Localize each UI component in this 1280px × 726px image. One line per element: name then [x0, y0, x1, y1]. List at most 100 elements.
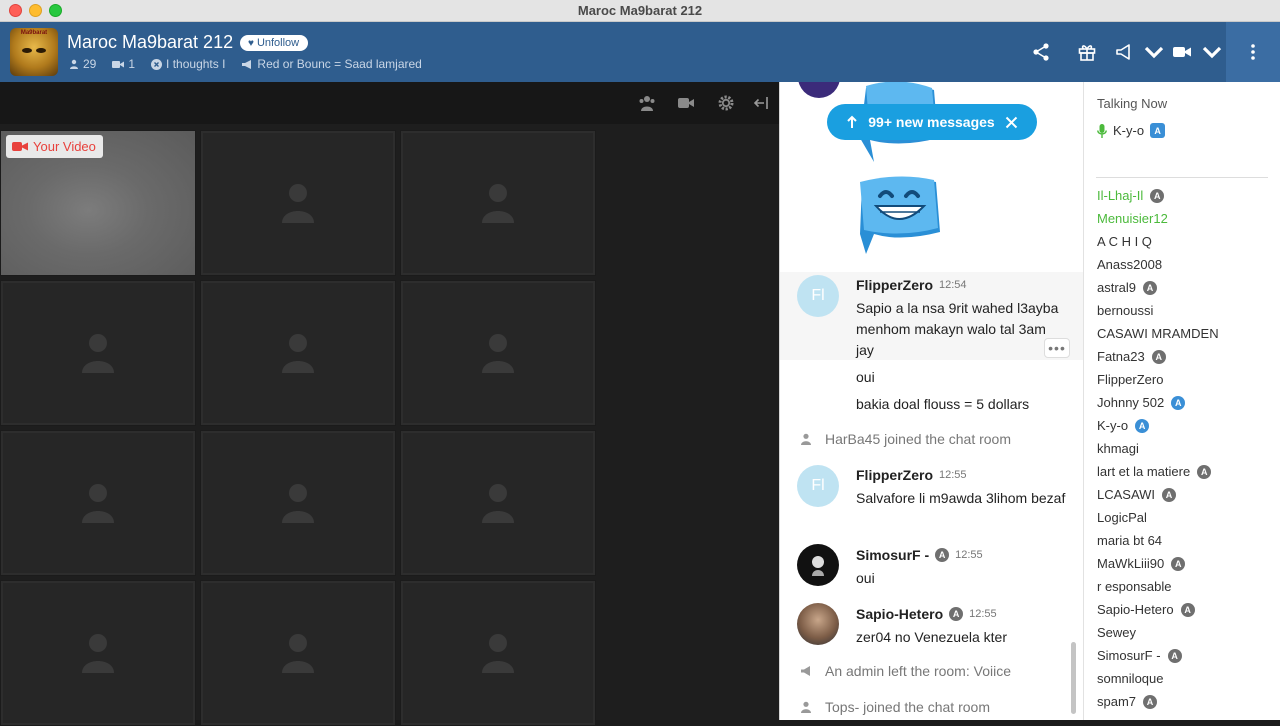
system-message-text: An admin left the room: Voiice	[825, 663, 1011, 679]
user-list-item[interactable]: LogicPal	[1097, 506, 1219, 529]
message-time: 12:55	[939, 469, 967, 481]
user-name: Menuisier12	[1097, 211, 1168, 226]
collapse-video-button[interactable]	[746, 90, 776, 116]
user-name: LogicPal	[1097, 510, 1147, 525]
room-title: Maroc Ma9barat 212	[67, 32, 234, 52]
talker-name: K-y-o	[1113, 123, 1145, 138]
user-list-item[interactable]: SimosurF - A	[1097, 644, 1219, 667]
chevron-down-icon	[1144, 46, 1164, 59]
user-list-item[interactable]: FlipperZero	[1097, 368, 1219, 391]
empty-video-slot[interactable]	[200, 580, 396, 726]
user-list-item[interactable]: K-y-o A	[1097, 414, 1219, 437]
avatar[interactable]: Fl	[797, 465, 839, 507]
admin-badge: A	[1167, 648, 1182, 663]
user-list-item[interactable]: bernoussi	[1097, 299, 1219, 322]
user-list-item[interactable]: spam7 A	[1097, 690, 1219, 713]
empty-video-slot[interactable]	[0, 580, 196, 726]
user-list-item[interactable]: somniloque	[1097, 667, 1219, 690]
message-text: bakia doal flouss = 5 dollars	[856, 396, 1030, 412]
message-author[interactable]: Sapio-Hetero A 12:55	[856, 606, 997, 622]
user-list-item[interactable]: A C H I Q	[1097, 230, 1219, 253]
user-list-item[interactable]: Johnny 502 A	[1097, 391, 1219, 414]
message-author[interactable]: SimosurF - A 12:55	[856, 547, 983, 563]
empty-video-slot[interactable]	[200, 130, 396, 276]
avatar[interactable]: Fl	[797, 275, 839, 317]
your-video-label: Your Video	[33, 139, 96, 154]
user-list-item[interactable]: khmagi	[1097, 437, 1219, 460]
user-list-item[interactable]: Anass2008	[1097, 253, 1219, 276]
share-button[interactable]	[1018, 22, 1064, 82]
more-vertical-icon	[1251, 44, 1255, 60]
empty-video-slot[interactable]	[400, 280, 596, 426]
viewers-button[interactable]	[632, 90, 662, 116]
room-header: Ma9barat Maroc Ma9barat 212 ♥ Unfollow 29…	[0, 22, 1280, 82]
gift-button[interactable]	[1064, 22, 1110, 82]
viewers-icon	[639, 96, 655, 111]
video-toolbar	[0, 82, 779, 124]
system-message: Tops- joined the chat room	[800, 699, 990, 715]
user-name: khmagi	[1097, 441, 1139, 456]
broadcast-audio-button[interactable]	[1110, 22, 1168, 82]
user-name: somniloque	[1097, 671, 1164, 686]
talking-user[interactable]: K-y-o A	[1097, 123, 1166, 138]
user-name: K-y-o	[1097, 418, 1129, 433]
empty-video-slot[interactable]	[200, 430, 396, 576]
window-title: Maroc Ma9barat 212	[577, 3, 703, 18]
user-list-item[interactable]: r esponsable	[1097, 575, 1219, 598]
admin-badge: A	[1150, 188, 1165, 203]
empty-video-slot[interactable]	[400, 430, 596, 576]
empty-video-slot[interactable]	[0, 280, 196, 426]
chevron-down-icon	[1202, 46, 1222, 59]
video-settings-button[interactable]	[711, 90, 741, 116]
new-messages-label: 99+ new messages	[868, 114, 995, 130]
message-author[interactable]: FlipperZero 12:54	[856, 277, 967, 293]
message-text: oui	[856, 570, 875, 586]
user-icon	[801, 701, 811, 713]
user-list-item[interactable]: Sapio-Hetero A	[1097, 598, 1219, 621]
unfollow-button[interactable]: ♥ Unfollow	[240, 35, 309, 51]
megaphone-icon	[1116, 44, 1130, 60]
admin-badge: A	[1171, 556, 1186, 571]
user-placeholder-icon	[482, 484, 514, 523]
user-list-item[interactable]: astral9 A	[1097, 276, 1219, 299]
avatar-image	[812, 556, 824, 576]
admin-badge: A	[1143, 280, 1158, 295]
user-list-item[interactable]: LCASAWI A	[1097, 483, 1219, 506]
avatar[interactable]	[797, 603, 839, 645]
megaphone-icon	[242, 59, 252, 69]
user-list-item[interactable]: Il-Lhaj-Il A	[1097, 184, 1219, 207]
user-list-item[interactable]: CASAWI MRAMDEN	[1097, 322, 1219, 345]
user-list-item[interactable]: maria bt 64	[1097, 529, 1219, 552]
user-name: A C H I Q	[1097, 234, 1152, 249]
user-placeholder-icon	[82, 484, 114, 523]
camera-toggle-button[interactable]	[671, 90, 701, 116]
message-author[interactable]: FlipperZero 12:55	[856, 467, 967, 483]
user-placeholder-icon	[482, 334, 514, 373]
user-placeholder-icon	[482, 184, 514, 223]
unfollow-label: Unfollow	[256, 37, 300, 49]
message-options-button[interactable]: •••	[1044, 338, 1070, 358]
empty-video-slot[interactable]	[400, 130, 596, 276]
close-icon[interactable]	[1005, 116, 1018, 129]
empty-video-slot[interactable]	[200, 280, 396, 426]
chat-scrollbar[interactable]	[1071, 642, 1076, 714]
more-options-button[interactable]	[1226, 22, 1280, 82]
user-list-item[interactable]: Menuisier12	[1097, 207, 1219, 230]
empty-video-slot[interactable]	[400, 580, 596, 726]
user-list-item[interactable]: Sewey	[1097, 621, 1219, 644]
avatar-initials: Fl	[811, 477, 825, 494]
user-name: r esponsable	[1097, 579, 1172, 594]
empty-video-slot[interactable]	[0, 430, 196, 576]
message-time: 12:55	[955, 549, 983, 561]
admin-badge: A	[1197, 464, 1212, 479]
user-list-item[interactable]: Fatna23 A	[1097, 345, 1219, 368]
broadcast-video-button[interactable]	[1168, 22, 1226, 82]
user-list-item[interactable]: MaWkLiii90 A	[1097, 552, 1219, 575]
your-video-tile[interactable]: Your Video	[0, 130, 196, 276]
gift-icon	[1078, 45, 1096, 61]
user-list-item[interactable]: lart et la matiere A	[1097, 460, 1219, 483]
message-time: 12:55	[969, 608, 997, 620]
avatar[interactable]	[797, 544, 839, 586]
system-message-text: Tops- joined the chat room	[825, 699, 990, 715]
new-messages-button[interactable]: 99+ new messages	[827, 104, 1037, 140]
